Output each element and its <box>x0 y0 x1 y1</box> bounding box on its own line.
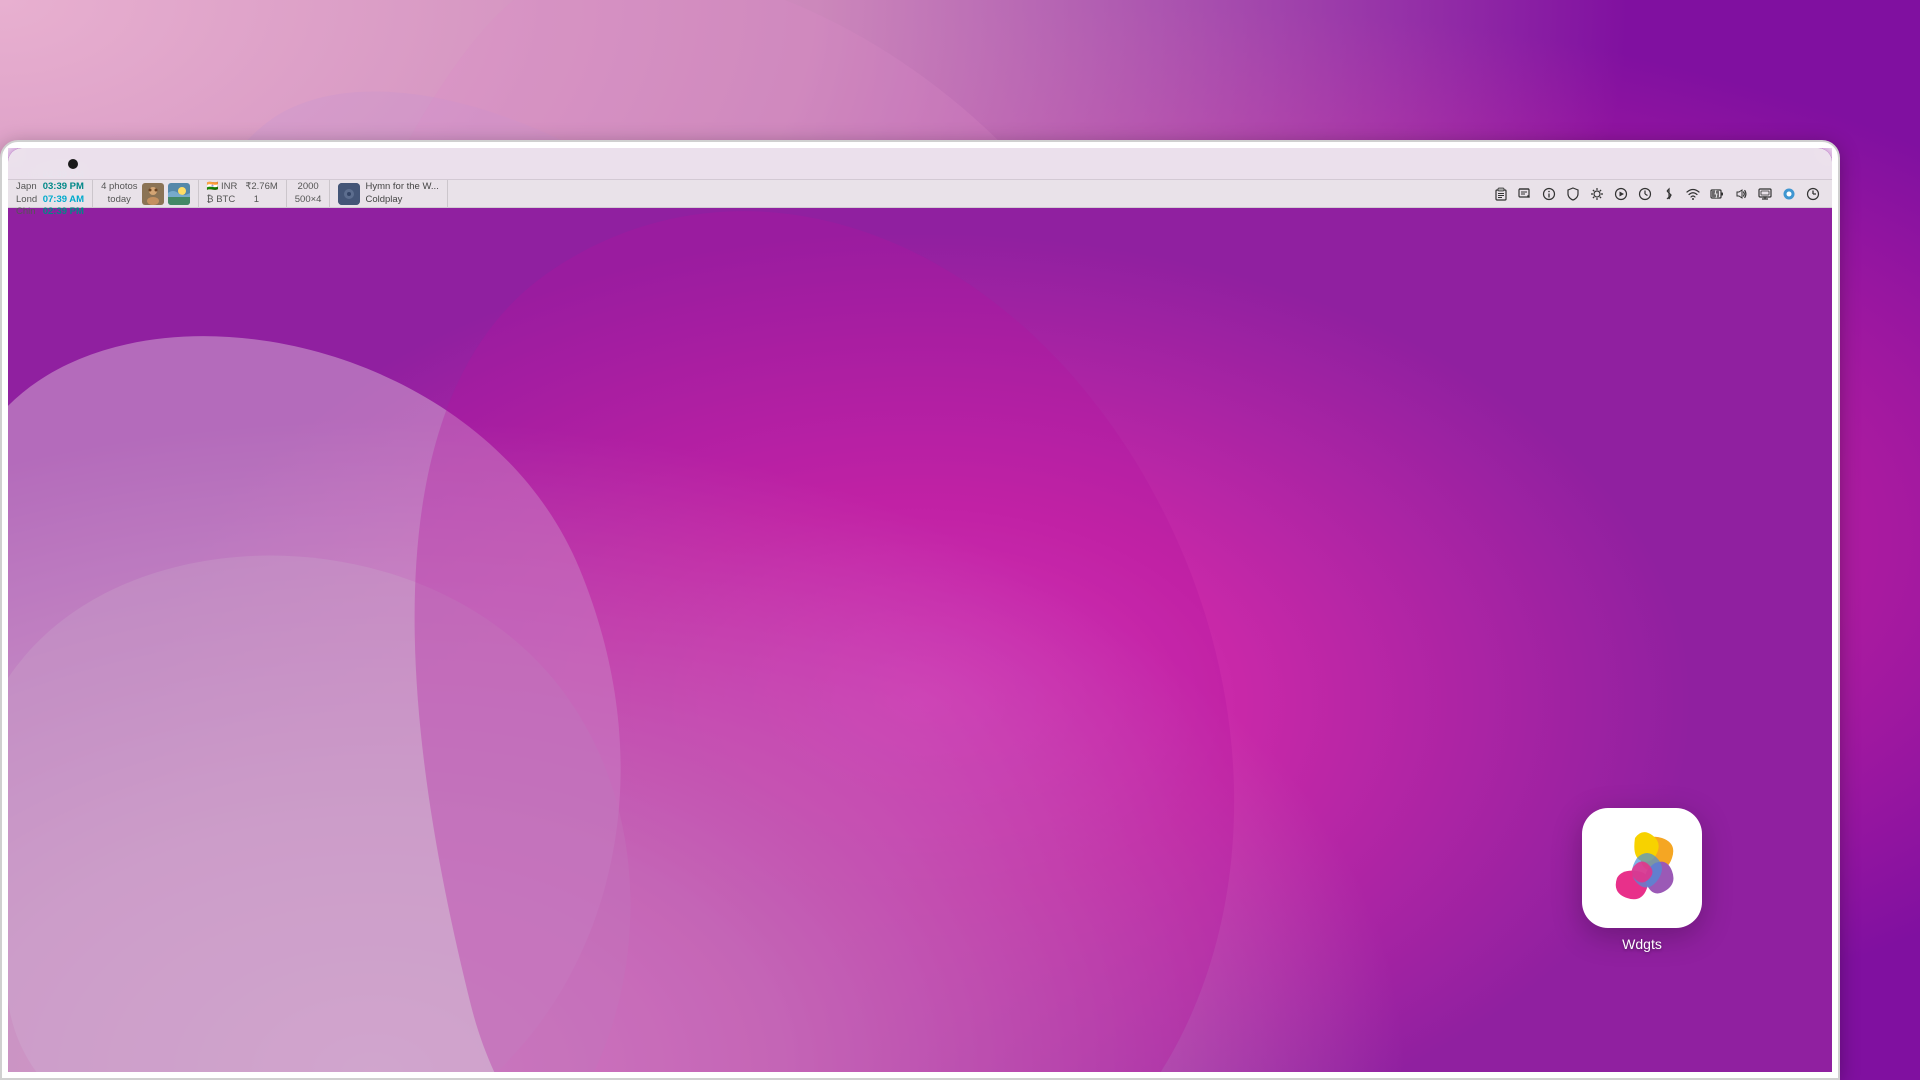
res-value1: 2000 <box>295 181 322 193</box>
music-widget[interactable]: Hymn for the W... Coldplay <box>330 180 447 207</box>
info-icon[interactable] <box>1538 183 1560 205</box>
edit-icon[interactable] <box>1514 183 1536 205</box>
monitor-frame: Cana 02:39 AM Japn 03:39 PM Lond 07:39 A… <box>0 140 1840 1080</box>
photos-count: 4 photos <box>101 181 137 193</box>
menubar <box>8 148 1832 180</box>
music-artist: Coldplay <box>365 194 438 206</box>
camera-indicator <box>68 159 78 169</box>
photos-period: today <box>108 194 131 206</box>
btc-value: 1 <box>254 194 259 205</box>
tz-chin-label: Chin <box>16 206 39 218</box>
photo-thumb-1 <box>142 183 164 205</box>
inr-row: 🇮🇳 INR ₹2.76M <box>207 181 278 193</box>
res-value2: 500×4 <box>295 194 322 206</box>
music-info: Hymn for the W... Coldplay <box>365 181 438 206</box>
inr-flag: 🇮🇳 <box>207 181 219 192</box>
volume-icon[interactable] <box>1730 183 1752 205</box>
inr-value: ₹2.76M <box>245 181 277 192</box>
tz-chin-time: 02:39 PM <box>43 206 84 218</box>
tz-japn-time: 03:39 PM <box>43 181 84 193</box>
tz-lond-label: Lond <box>16 194 39 206</box>
tz-lond-time: 07:39 AM <box>43 194 84 206</box>
play-icon[interactable] <box>1610 183 1632 205</box>
wifi-icon[interactable] <box>1682 183 1704 205</box>
photos-widget[interactable]: 4 photos today <box>93 180 198 207</box>
clock-icon[interactable] <box>1634 183 1656 205</box>
tz-japn-label: Japn <box>16 181 39 193</box>
btc-code: BTC <box>216 194 235 205</box>
wdgts-app-icon[interactable] <box>1582 808 1702 928</box>
menubar-clock-icon[interactable] <box>1802 183 1824 205</box>
resolution-widget[interactable]: 2000 500×4 <box>287 180 331 207</box>
btc-row: ₿ BTC 1 <box>207 194 278 206</box>
screen-icon[interactable] <box>1754 183 1776 205</box>
shield-icon[interactable] <box>1562 183 1584 205</box>
btc-symbol: ₿ <box>207 194 214 205</box>
crypto-widget[interactable]: 🇮🇳 INR ₹2.76M ₿ BTC 1 <box>199 180 287 207</box>
status-icons-group <box>1482 180 1832 207</box>
crypto-inr: 🇮🇳 INR ₹2.76M ₿ BTC 1 <box>207 181 278 206</box>
focus-icon[interactable] <box>1778 183 1800 205</box>
toolbar-strip: Cana 02:39 AM Japn 03:39 PM Lond 07:39 A… <box>8 180 1832 208</box>
monitor-screen: Cana 02:39 AM Japn 03:39 PM Lond 07:39 A… <box>8 148 1832 1072</box>
inr-code: INR <box>221 181 237 192</box>
brightness-icon[interactable] <box>1586 183 1608 205</box>
photo-thumb-2 <box>168 183 190 205</box>
bluetooth-icon[interactable] <box>1658 183 1680 205</box>
battery-icon[interactable] <box>1706 183 1728 205</box>
wdgts-app-label: Wdgts <box>1622 936 1662 952</box>
clipboard-icon[interactable] <box>1490 183 1512 205</box>
wdgts-app-icon-container[interactable]: Wdgts <box>1582 808 1702 952</box>
music-title: Hymn for the W... <box>365 181 438 193</box>
music-album-art <box>338 183 360 205</box>
res-values: 2000 500×4 <box>295 181 322 206</box>
screen-background <box>8 148 1832 1072</box>
timezone-widget: Cana 02:39 AM Japn 03:39 PM Lond 07:39 A… <box>8 180 93 207</box>
